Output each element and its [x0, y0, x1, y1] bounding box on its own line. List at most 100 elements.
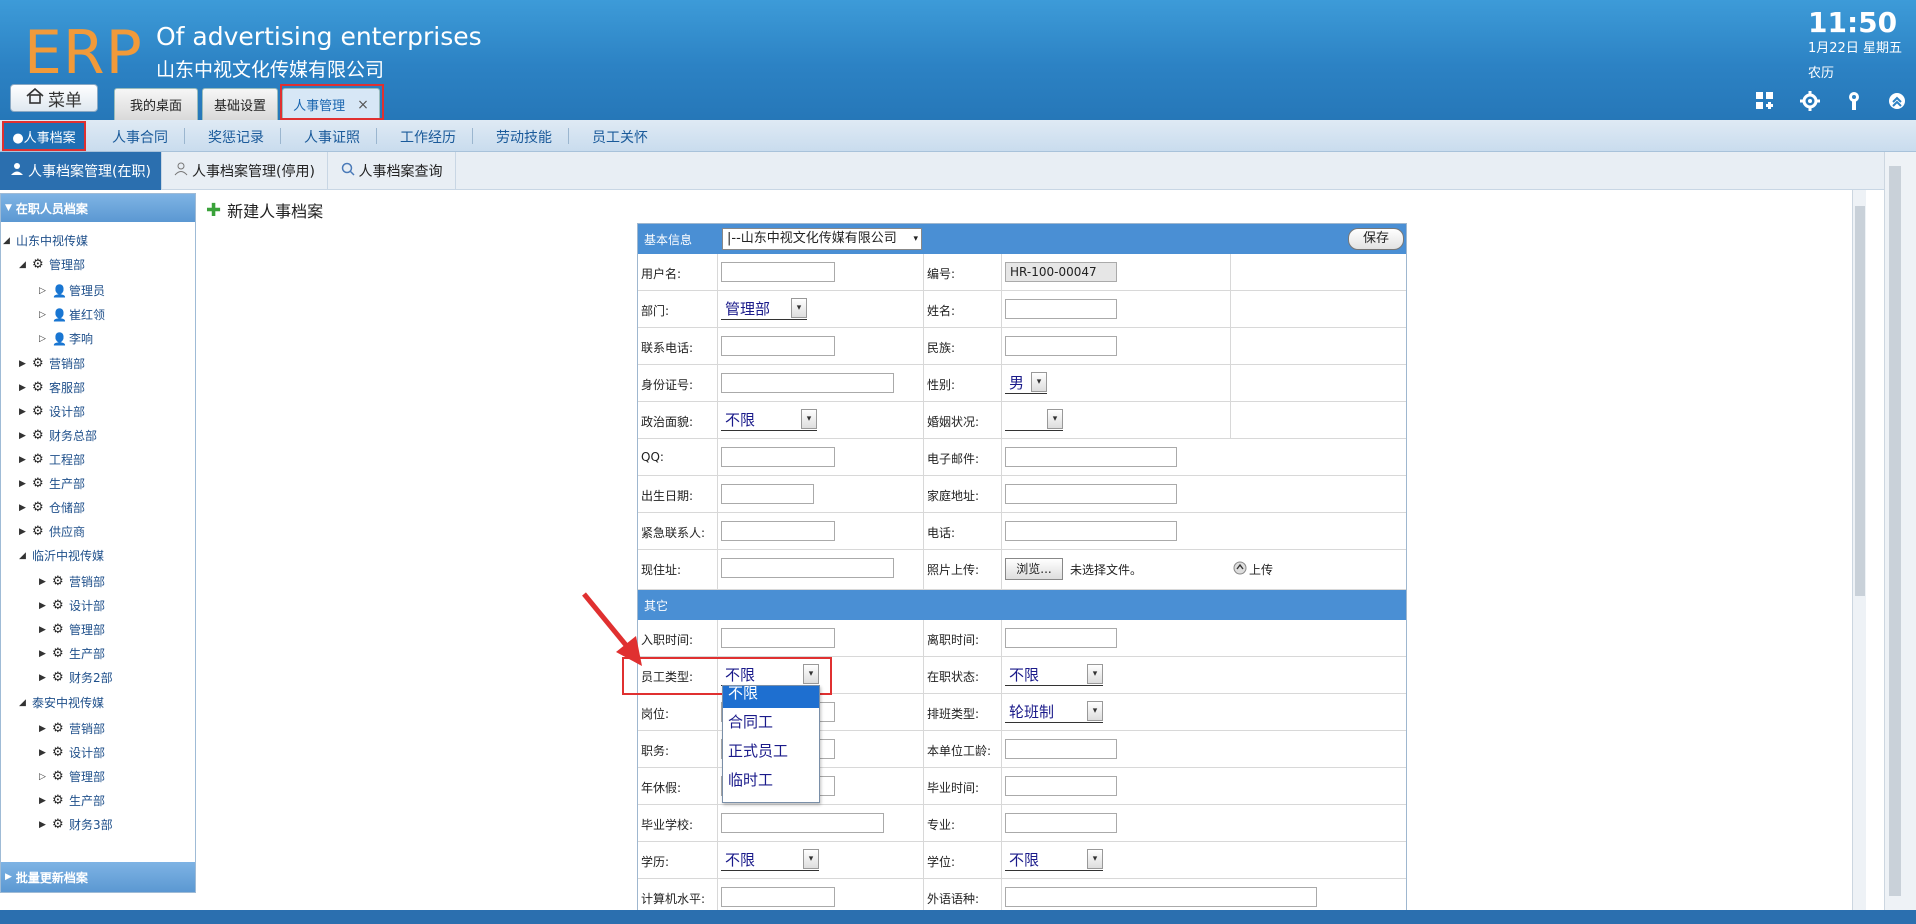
tree-node-branch[interactable]: ◢ 临沂中视传媒 — [19, 547, 104, 564]
current-address-input[interactable] — [721, 558, 894, 578]
apps-icon[interactable] — [1754, 91, 1776, 113]
content-scrollbar[interactable] — [1852, 190, 1866, 910]
tree-node-dept[interactable]: ▶ ⚙ 仓储部 — [19, 499, 85, 516]
subnav-item-work-history[interactable]: 工作经历 — [400, 127, 456, 147]
org-icon: ⚙ — [52, 816, 64, 832]
tree-node-dept[interactable]: ▶ ⚙ 营销部 — [39, 573, 105, 590]
tree-node-dept[interactable]: ▶ ⚙ 营销部 — [39, 720, 105, 737]
tree-header[interactable]: ▼ 在职人员档案 — [1, 194, 195, 222]
company-select[interactable]: |--山东中视文化传媒有限公司 ▾ — [722, 228, 922, 250]
subnav-item-rewards[interactable]: 奖惩记录 — [208, 127, 264, 147]
add-icon: ✚ — [206, 199, 222, 221]
email-input[interactable] — [1005, 447, 1177, 467]
brand-english-name: Of advertising enterprises — [156, 22, 482, 51]
tree-node-dept[interactable]: ▶ ⚙ 财务3部 — [39, 816, 113, 833]
education-select[interactable]: 不限 ▾ — [721, 849, 819, 871]
upload-button[interactable]: 上传 — [1233, 561, 1273, 578]
language-input[interactable] — [1005, 887, 1317, 907]
tab-basic-settings[interactable]: 基础设置 — [202, 88, 278, 120]
org-icon: ⚙ — [32, 403, 44, 419]
qq-input[interactable] — [721, 447, 835, 467]
entry-date-input[interactable] — [721, 628, 835, 648]
subnav-item-contract[interactable]: 人事合同 — [112, 127, 168, 147]
subnav-item-skills[interactable]: 劳动技能 — [496, 127, 552, 147]
tab-label: 人事档案管理(在职) — [28, 164, 151, 180]
collapse-icon[interactable] — [1886, 91, 1908, 113]
key-icon[interactable] — [1843, 91, 1865, 113]
subnav-item-care[interactable]: 员工关怀 — [592, 127, 648, 147]
tree-node-dept[interactable]: ◢ ⚙ 管理部 — [19, 256, 85, 273]
tree-node-dept[interactable]: ▶ ⚙ 管理部 — [39, 621, 105, 638]
form-row: 身份证号: 性别: 男 ▾ — [638, 365, 1406, 402]
tree-node-dept[interactable]: ▶ ⚙ 工程部 — [19, 451, 85, 468]
tree-node-dept[interactable]: ▶ ⚙ 设计部 — [39, 597, 105, 614]
graduation-date-input[interactable] — [1005, 776, 1117, 796]
dropdown-option[interactable]: 合同工 — [723, 708, 819, 737]
subnav-item-certificates[interactable]: 人事证照 — [304, 127, 360, 147]
save-button[interactable]: 保存 — [1348, 228, 1404, 250]
birthday-input[interactable] — [721, 484, 814, 504]
gender-select[interactable]: 男 ▾ — [1005, 372, 1047, 394]
tel-input[interactable] — [1005, 521, 1177, 541]
hr-record-form: 基本信息 |--山东中视文化传媒有限公司 ▾ 保存 用户名: 编号: HR-10… — [637, 223, 1407, 914]
settings-icon[interactable] — [1799, 91, 1821, 113]
tree-node-dept[interactable]: ▶ ⚙ 生产部 — [19, 475, 85, 492]
divider — [472, 128, 473, 144]
tree-node-user[interactable]: ▷ 👤 李响 — [39, 330, 93, 347]
tree-node-dept[interactable]: ▶ ⚙ 生产部 — [39, 792, 105, 809]
school-input[interactable] — [721, 813, 884, 833]
form-row: QQ: 电子邮件: — [638, 439, 1406, 476]
seniority-input[interactable] — [1005, 739, 1117, 759]
tree-node-dept[interactable]: ▶ ⚙ 财务2部 — [39, 669, 113, 686]
code-input[interactable]: HR-100-00047 — [1005, 262, 1117, 282]
tree-node-dept[interactable]: ▷ ⚙ 管理部 — [39, 768, 105, 785]
tree-node-company[interactable]: ◢ 山东中视传媒 — [3, 232, 88, 249]
address-input[interactable] — [1005, 484, 1177, 504]
employment-status-select[interactable]: 不限 ▾ — [1005, 664, 1103, 686]
scroll-thumb[interactable] — [1855, 206, 1865, 596]
tab-files-active[interactable]: 人事档案管理(在职) — [0, 152, 162, 190]
tree-node-dept[interactable]: ▶ ⚙ 营销部 — [19, 355, 85, 372]
name-input[interactable] — [1005, 299, 1117, 319]
tab-files-query[interactable]: 人事档案查询 — [328, 152, 456, 190]
nation-input[interactable] — [1005, 336, 1117, 356]
status-bar — [0, 910, 1916, 924]
leave-date-input[interactable] — [1005, 628, 1117, 648]
dropdown-option[interactable]: 正式员工 — [723, 737, 819, 766]
emergency-contact-input[interactable] — [721, 521, 835, 541]
tree-node-dept[interactable]: ▶ ⚙ 设计部 — [39, 744, 105, 761]
browse-button[interactable]: 浏览... — [1005, 558, 1063, 580]
tab-files-disabled[interactable]: 人事档案管理(停用) — [162, 152, 328, 190]
tree-node-dept[interactable]: ▶ ⚙ 生产部 — [39, 645, 105, 662]
degree-select[interactable]: 不限 ▾ — [1005, 849, 1103, 871]
org-icon: ⚙ — [52, 573, 64, 589]
politics-select[interactable]: 不限 ▾ — [721, 409, 817, 431]
tree-node-branch[interactable]: ◢ 泰安中视传媒 — [19, 694, 104, 711]
org-icon: ⚙ — [52, 597, 64, 613]
scroll-thumb[interactable] — [1889, 166, 1901, 896]
user-icon: 👤 — [52, 331, 67, 346]
tree-node-dept[interactable]: ▶ ⚙ 供应商 — [19, 523, 85, 540]
tree-node-dept[interactable]: ▶ ⚙ 客服部 — [19, 379, 85, 396]
menu-button[interactable]: 菜单 — [10, 84, 98, 112]
tree-node-dept[interactable]: ▶ ⚙ 设计部 — [19, 403, 85, 420]
marriage-select[interactable]: ▾ — [1005, 409, 1063, 431]
dropdown-option[interactable]: 临时工 — [723, 766, 819, 795]
chevron-down-icon: ▾ — [1031, 372, 1047, 392]
page-scrollbar[interactable] — [1884, 152, 1916, 910]
tab-my-desktop[interactable]: 我的桌面 — [114, 88, 198, 120]
tree-node-user[interactable]: ▷ 👤 崔红领 — [39, 306, 105, 323]
highlight-box — [2, 121, 86, 151]
tree-node-dept[interactable]: ▶ ⚙ 财务总部 — [19, 427, 97, 444]
phone-input[interactable] — [721, 336, 835, 356]
computer-level-input[interactable] — [721, 887, 835, 907]
dept-select[interactable]: 管理部 ▾ — [721, 298, 807, 320]
dropdown-option[interactable]: 不限 — [723, 686, 819, 708]
tree-node-user[interactable]: ▷ 👤 管理员 — [39, 282, 105, 299]
username-input[interactable] — [721, 262, 835, 282]
chevron-down-icon: ▾ — [803, 849, 819, 869]
batch-update-button[interactable]: ▶ 批量更新档案 — [1, 862, 195, 892]
idcard-input[interactable] — [721, 373, 894, 393]
shift-type-select[interactable]: 轮班制 ▾ — [1005, 701, 1103, 723]
major-input[interactable] — [1005, 813, 1117, 833]
